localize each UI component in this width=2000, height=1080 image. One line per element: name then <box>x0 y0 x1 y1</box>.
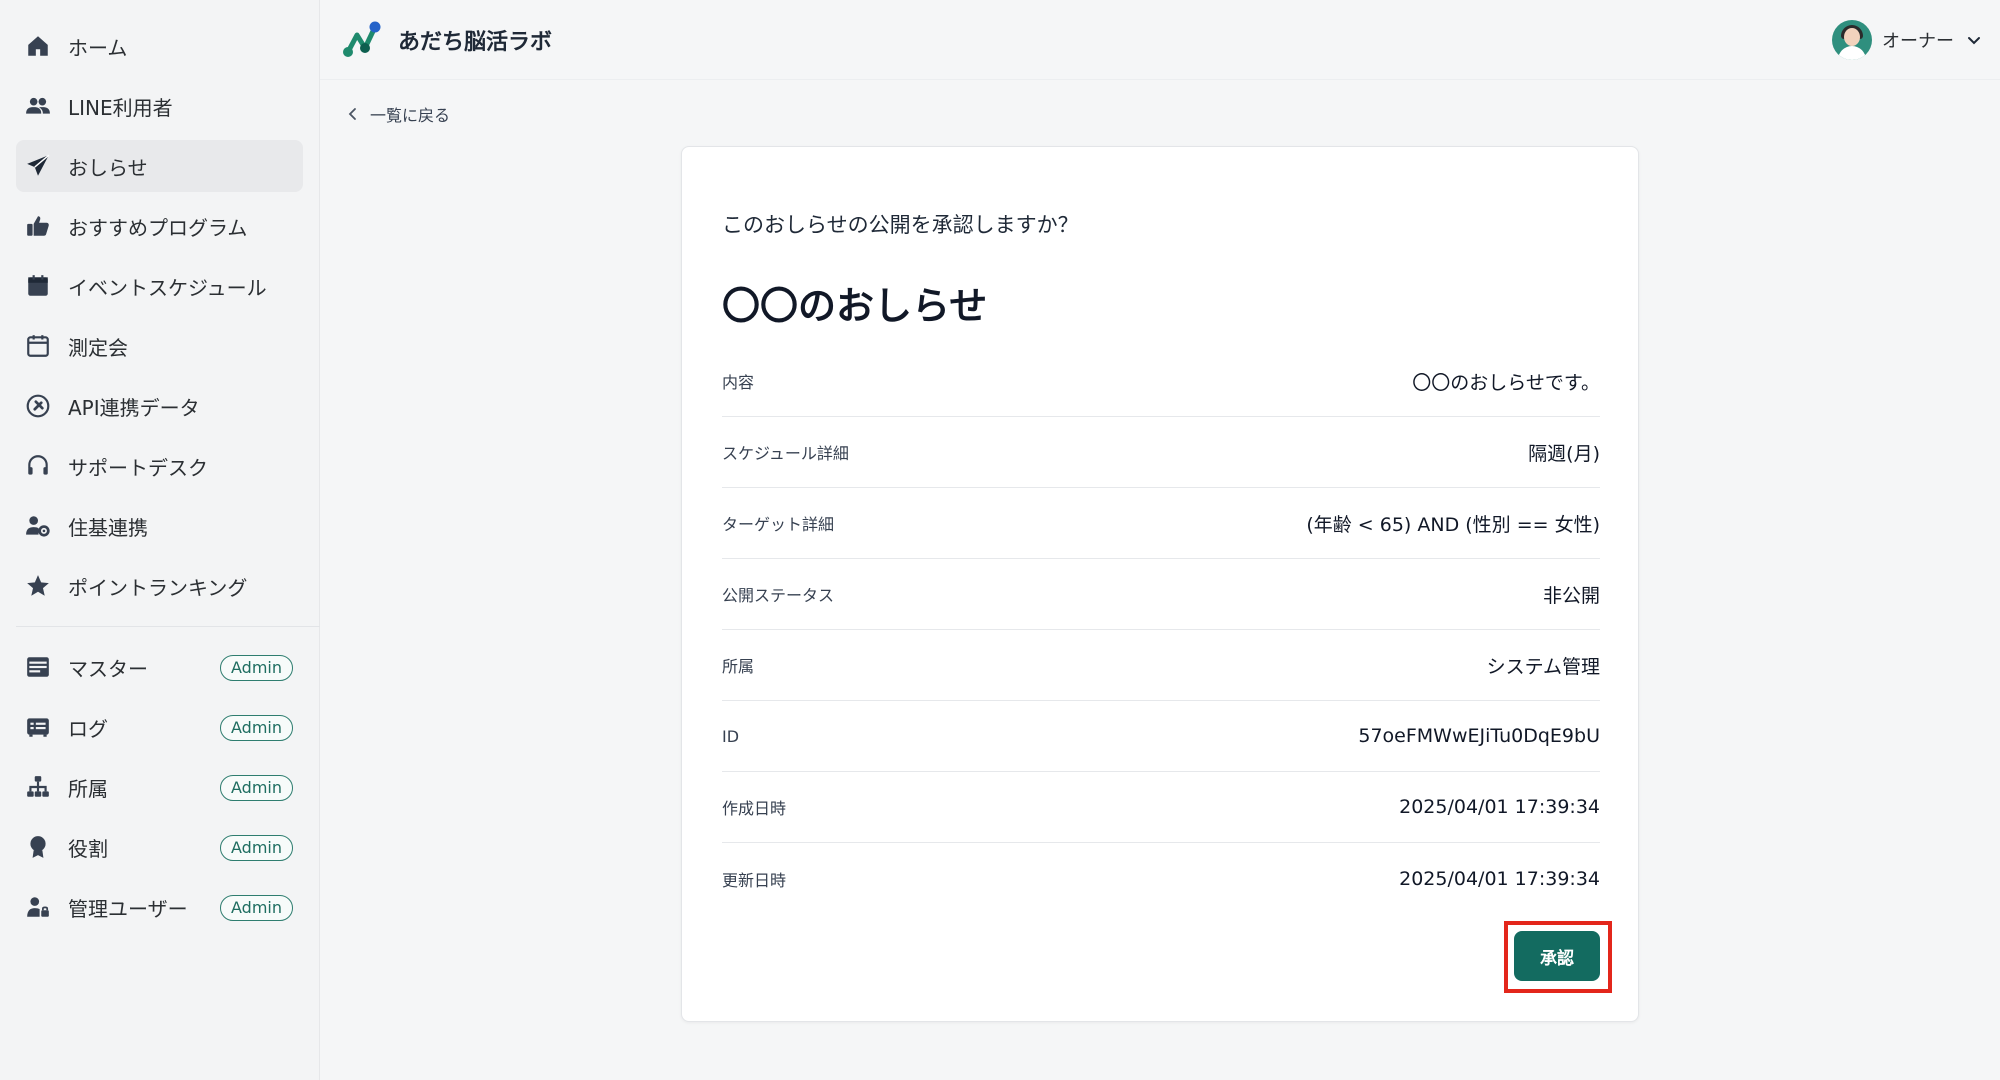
log-icon <box>24 713 52 741</box>
sidebar-item-label: サポートデスク <box>68 455 208 480</box>
calendar-outline-icon <box>24 332 52 360</box>
top-header: あだち脳活ラボ オーナー <box>320 0 2000 80</box>
brand-name: あだち脳活ラボ <box>398 29 553 55</box>
sidebar-item-label: 測定会 <box>68 335 128 360</box>
user-gear-icon <box>24 512 52 540</box>
admin-badge: Admin <box>220 895 293 921</box>
detail-label: ターゲット詳細 <box>722 515 835 534</box>
sidebar-item-master[interactable]: マスター Admin <box>16 641 303 693</box>
detail-value: 隔週(月) <box>1528 442 1600 465</box>
sidebar-item-affiliation[interactable]: 所属 Admin <box>16 761 303 813</box>
detail-row-schedule: スケジュール詳細 隔週(月) <box>722 417 1600 488</box>
admin-badge: Admin <box>220 655 293 681</box>
sidebar-item-label: おしらせ <box>68 155 148 180</box>
detail-label: スケジュール詳細 <box>722 444 849 463</box>
admin-badge: Admin <box>220 835 293 861</box>
chevron-down-icon <box>1968 37 1980 45</box>
user-lock-icon <box>24 893 52 921</box>
detail-value: (年齢 < 65) AND (性別 == 女性) <box>1306 513 1600 536</box>
sidebar-item-home[interactable]: ホーム <box>16 20 303 72</box>
headset-icon <box>24 452 52 480</box>
detail-value: 〇〇のおしらせです。 <box>1412 371 1600 394</box>
star-icon <box>24 572 52 600</box>
sidebar-item-notices[interactable]: おしらせ <box>16 140 303 192</box>
sidebar-item-resident-link[interactable]: 住基連携 <box>16 500 303 552</box>
approve-button[interactable]: 承認 <box>1514 931 1600 981</box>
detail-label: 公開ステータス <box>722 586 835 605</box>
user-name: オーナー <box>1882 31 1954 52</box>
approval-card: このおしらせの公開を承認しますか？ 〇〇のおしらせ 内容 〇〇のおしらせです。 … <box>681 146 1639 1022</box>
detail-row-updated: 更新日時 2025/04/01 17:39:34 <box>722 843 1600 914</box>
sidebar-item-label: おすすめプログラム <box>68 215 248 240</box>
user-menu[interactable]: オーナー <box>1832 20 1982 60</box>
detail-row-id: ID 57oeFMWwEJiTu0DqE9bU <box>722 701 1600 772</box>
sidebar-item-role[interactable]: 役割 Admin <box>16 821 303 873</box>
detail-row-created: 作成日時 2025/04/01 17:39:34 <box>722 772 1600 843</box>
sidebar-item-label: ホーム <box>68 35 128 60</box>
org-chart-icon <box>24 773 52 801</box>
sidebar-item-label: LINE利用者 <box>68 95 173 120</box>
sidebar-item-point-ranking[interactable]: ポイントランキング <box>16 560 303 612</box>
detail-value: 非公開 <box>1542 584 1600 607</box>
detail-value: 57oeFMWwEJiTu0DqE9bU <box>1358 725 1600 747</box>
back-link[interactable]: 一覧に戻る <box>346 102 450 126</box>
sidebar-item-label: API連携データ <box>68 395 200 420</box>
sidebar-item-label: ログ <box>68 716 108 741</box>
admin-badge: Admin <box>220 715 293 741</box>
sidebar-item-label: 所属 <box>68 776 108 801</box>
calendar-filled-icon <box>24 272 52 300</box>
sidebar-item-support-desk[interactable]: サポートデスク <box>16 440 303 492</box>
chevron-left-icon <box>348 108 356 120</box>
back-link-label: 一覧に戻る <box>370 106 451 125</box>
detail-label: 内容 <box>722 373 755 392</box>
sidebar: ホーム LINE利用者 おしらせ おすすめプログラム イベントスケジュール 測定… <box>0 0 320 1080</box>
detail-label: ID <box>722 726 740 746</box>
sidebar-item-label: 管理ユーザー <box>68 896 188 921</box>
plug-circle-icon <box>24 392 52 420</box>
detail-label: 所属 <box>722 657 755 676</box>
sidebar-item-label: ポイントランキング <box>68 575 248 600</box>
sidebar-item-measurement[interactable]: 測定会 <box>16 320 303 372</box>
avatar <box>1832 20 1872 60</box>
sidebar-item-label: 住基連携 <box>68 515 148 540</box>
detail-label: 作成日時 <box>722 799 787 818</box>
detail-value: 2025/04/01 17:39:34 <box>1399 867 1600 890</box>
users-icon <box>24 92 52 120</box>
detail-value: 2025/04/01 17:39:34 <box>1399 796 1600 818</box>
sidebar-item-log[interactable]: ログ Admin <box>16 701 303 753</box>
thumbs-up-icon <box>24 212 52 240</box>
detail-row-status: 公開ステータス 非公開 <box>722 559 1600 630</box>
notice-title: 〇〇のおしらせ <box>722 284 988 328</box>
detail-label: 更新日時 <box>722 870 787 890</box>
sidebar-item-programs[interactable]: おすすめプログラム <box>16 200 303 252</box>
sidebar-item-label: 役割 <box>68 836 108 861</box>
detail-list: 内容 〇〇のおしらせです。 スケジュール詳細 隔週(月) ターゲット詳細 (年齢… <box>722 346 1600 914</box>
home-icon <box>24 32 52 60</box>
detail-value: システム管理 <box>1486 655 1600 678</box>
detail-row-affiliation: 所属 システム管理 <box>722 630 1600 701</box>
admin-badge: Admin <box>220 775 293 801</box>
sidebar-item-line-users[interactable]: LINE利用者 <box>16 80 303 132</box>
paper-plane-icon <box>24 152 52 180</box>
detail-row-content: 内容 〇〇のおしらせです。 <box>722 346 1600 417</box>
sidebar-item-label: マスター <box>68 656 148 681</box>
sidebar-item-event-schedule[interactable]: イベントスケジュール <box>16 260 303 312</box>
brand-logo-icon <box>340 18 384 62</box>
sidebar-item-admin-users[interactable]: 管理ユーザー Admin <box>16 881 303 933</box>
sidebar-item-label: イベントスケジュール <box>68 275 267 300</box>
sidebar-divider <box>16 626 320 627</box>
award-icon <box>24 833 52 861</box>
detail-row-target: ターゲット詳細 (年齢 < 65) AND (性別 == 女性) <box>722 488 1600 559</box>
approval-prompt: このおしらせの公開を承認しますか？ <box>722 213 1079 237</box>
sidebar-item-api-data[interactable]: API連携データ <box>16 380 303 432</box>
brand[interactable]: あだち脳活ラボ <box>340 18 552 62</box>
database-icon <box>24 653 52 681</box>
